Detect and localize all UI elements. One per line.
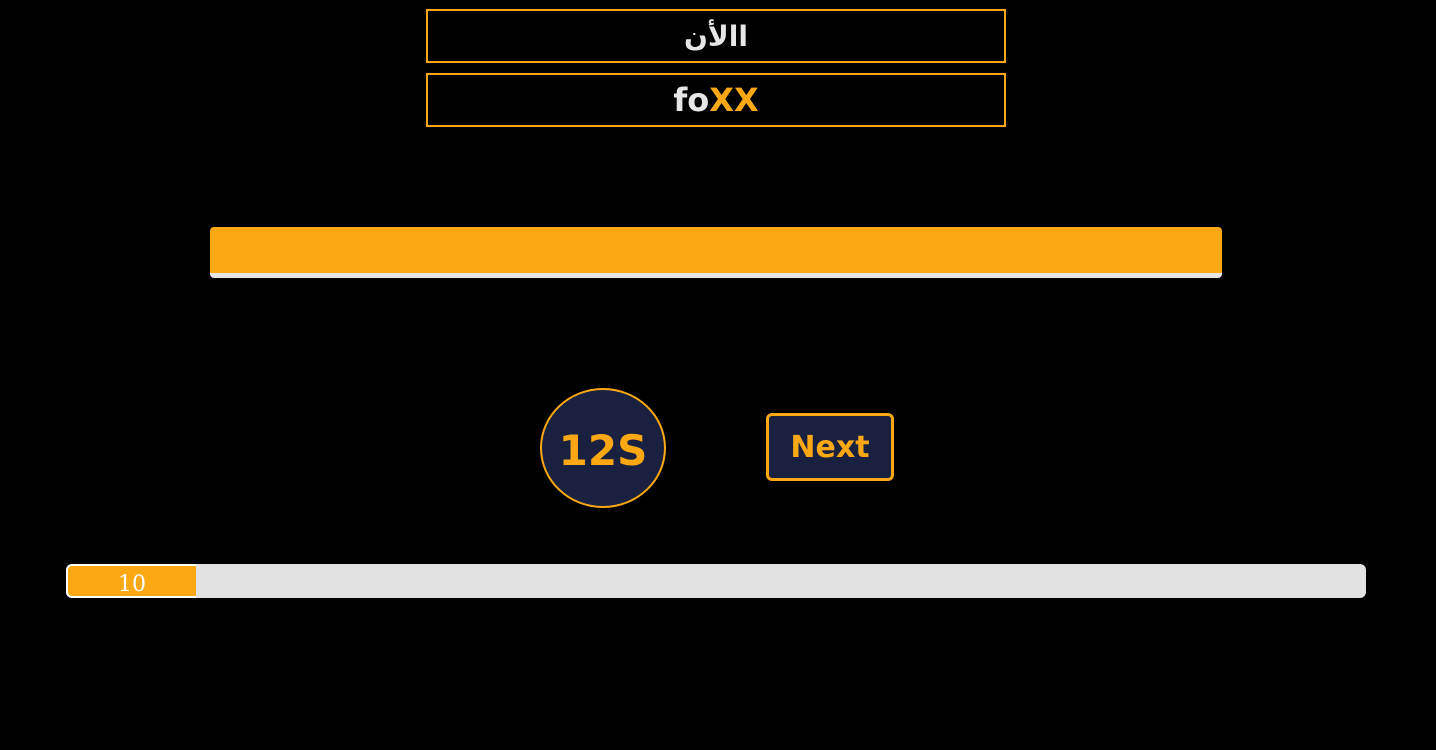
logo-text: foXX [673, 81, 758, 119]
progress-bar: 10 [66, 564, 1366, 598]
question-word-box: االأن [426, 9, 1006, 63]
logo-part-2: XX [709, 81, 759, 119]
countdown-timer: 12S [540, 388, 666, 508]
timer-text: 12S [558, 425, 648, 475]
question-word: االأن [684, 19, 748, 53]
logo-part-1: fo [673, 81, 710, 119]
logo-box: foXX [426, 73, 1006, 127]
progress-fill: 10 [66, 564, 196, 598]
next-button[interactable]: Next [766, 413, 894, 481]
quiz-page: االأن foXX 12S Next 10 [0, 0, 1436, 750]
progress-label: 10 [118, 571, 146, 597]
answer-option-bar[interactable] [210, 227, 1222, 278]
